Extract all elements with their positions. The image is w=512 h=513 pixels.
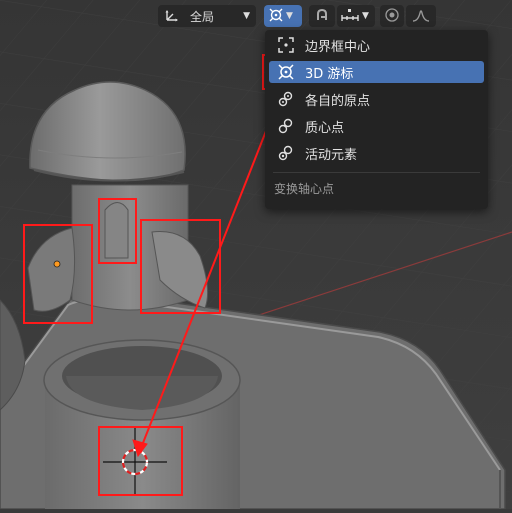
chevron-down-icon: ▼ — [362, 11, 369, 21]
menu-divider — [273, 172, 480, 173]
menu-item-label: 活动元素 — [305, 147, 358, 163]
menu-item-bounding-box-center[interactable]: 边界框中心 — [269, 34, 484, 56]
bounding-box-center-icon — [275, 34, 297, 56]
falloff-dropdown[interactable] — [406, 5, 436, 27]
active-element-icon — [275, 142, 297, 164]
menu-item-label: 质心点 — [305, 120, 345, 136]
menu-item-label: 各自的原点 — [305, 93, 371, 109]
snap-magnet-icon — [314, 7, 330, 26]
menu-item-individual-origins[interactable]: 各自的原点 — [269, 88, 484, 110]
menu-title: 变换轴心点 — [274, 182, 335, 196]
pivot-point-dropdown[interactable]: ▼ — [264, 5, 302, 27]
menu-item-label: 边界框中心 — [305, 39, 371, 55]
proportional-edit-icon — [384, 7, 400, 26]
menu-item-3d-cursor[interactable]: 3D 游标 — [269, 61, 484, 83]
proportional-editing-toggle[interactable] — [380, 5, 404, 27]
snap-target-dropdown[interactable]: ▼ — [337, 5, 375, 27]
menu-item-active-element[interactable]: 活动元素 — [269, 142, 484, 164]
snap-increment-icon — [340, 7, 360, 26]
falloff-curve-icon — [412, 7, 430, 26]
snapping-toggle[interactable] — [309, 5, 335, 27]
menu-item-median-point[interactable]: 质心点 — [269, 115, 484, 137]
chevron-down-icon: ▼ — [286, 11, 293, 21]
pivot-point-menu: 边界框中心 3D 游标 各自的原点 质心点 活动元素 变换轴心点 — [265, 30, 488, 209]
chevron-down-icon: ▼ — [243, 11, 250, 21]
cursor-3d-icon — [275, 61, 297, 83]
median-point-icon — [275, 115, 297, 137]
transform-orientation-icon — [164, 7, 180, 26]
menu-item-label: 3D 游标 — [305, 66, 354, 82]
cursor-3d-icon — [268, 7, 284, 26]
individual-origins-icon — [275, 88, 297, 110]
transform-orientation-dropdown[interactable]: 全局 ▼ — [158, 5, 256, 27]
transform-orientation-label: 全局 — [190, 9, 215, 24]
